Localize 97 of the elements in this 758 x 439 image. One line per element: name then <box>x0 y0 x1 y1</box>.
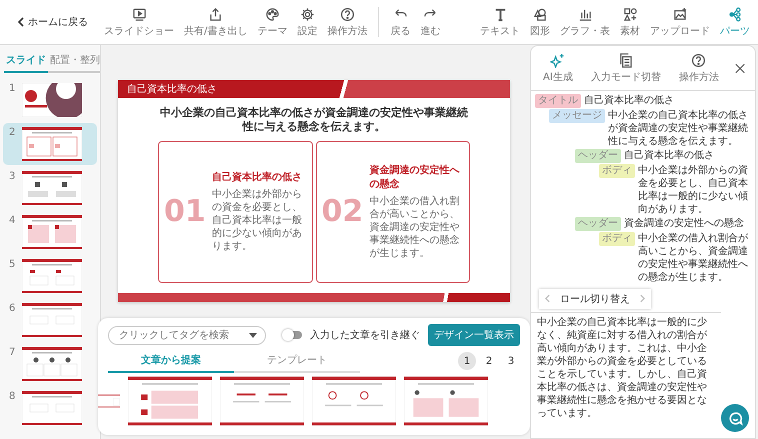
slide-thumbnail-drawing <box>22 83 82 117</box>
outline-text: 資金調達の安定性への懸念 <box>624 217 744 230</box>
toolbar-button[interactable]: 共有/書き出し <box>182 4 250 40</box>
slide-title: 自己資本比率の低さ <box>127 82 217 96</box>
slide-number: 5 <box>9 259 16 270</box>
close-icon[interactable] <box>734 63 745 74</box>
toolbar-button[interactable]: 図形 <box>528 4 552 40</box>
slide-number: 3 <box>9 171 16 182</box>
slide-thumbnail-drawing <box>22 347 82 381</box>
nodes-icon <box>728 6 742 22</box>
toolbar-button[interactable]: 操作方法 <box>325 4 370 40</box>
panel-tool-button[interactable]: AI生成 <box>541 51 575 86</box>
palette-icon <box>264 6 280 22</box>
toolbar-button[interactable]: テキスト <box>478 4 522 40</box>
slide-list-item[interactable]: 6 <box>3 299 97 341</box>
page-button[interactable]: 2 <box>480 352 498 370</box>
copy-icon <box>618 53 634 68</box>
toolbar-button[interactable]: 進む <box>418 4 442 40</box>
slide-list-item[interactable]: 5 <box>3 255 97 297</box>
slide-list-item[interactable]: 8 <box>3 387 97 429</box>
slide-number: 2 <box>9 127 16 138</box>
settings-icon <box>300 6 315 22</box>
toolbar-button[interactable]: パーツ <box>718 4 752 40</box>
slide-list-item[interactable]: 1 <box>3 79 97 121</box>
slide-thumbnail-drawing <box>22 215 82 249</box>
design-thumbnail-drawing[interactable] <box>312 376 396 426</box>
slide-message: 中小企業の自己資本比率の低さが資金調達の安定性や事業継続性に与える懸念を伝えます。 <box>159 105 469 135</box>
image-icon <box>672 6 688 22</box>
sidebar-tab[interactable]: 配置・整列 <box>48 49 100 73</box>
role-tag: ボディ <box>599 164 635 178</box>
panel-tool-button[interactable]: 操作方法 <box>676 51 721 86</box>
tag-search-field[interactable]: クリックしてタグを検索 <box>108 326 266 344</box>
card-heading: 資金調達の安定性への懸念 <box>369 163 460 192</box>
outline-text: 自己資本比率の低さ <box>624 149 714 162</box>
slide-thumbnail-drawing <box>22 259 82 293</box>
outline-text: 自己資本比率の低さ <box>584 94 674 107</box>
toolbar-button[interactable]: スライドショー <box>102 4 176 40</box>
sidebar-tab[interactable]: スライド <box>4 49 48 73</box>
role-switch-button[interactable]: ロール切り替え <box>539 288 651 308</box>
outline-text: 中小企業の借入れ割合が高いことから、資金調達の安定性や事業継続性への懸念が生じます。 <box>638 232 749 284</box>
card-number: 02 <box>322 194 364 230</box>
chat-button[interactable] <box>721 404 749 432</box>
caret-icon <box>249 332 257 338</box>
slide-list-item[interactable]: 2 <box>3 123 97 165</box>
slide-list-item[interactable]: 7 <box>3 343 97 385</box>
chevron-left-icon <box>18 17 24 27</box>
toolbar-button[interactable]: 設定 <box>295 4 320 40</box>
toolbar-button[interactable]: アップロード <box>648 4 712 40</box>
slide-number: 8 <box>9 391 16 402</box>
toolbar-button[interactable]: テーマ <box>255 4 290 40</box>
help-icon <box>691 53 706 68</box>
shapes-icon <box>532 6 548 22</box>
slide-number: 4 <box>9 215 16 226</box>
role-tag: ボディ <box>599 232 635 246</box>
upload-icon <box>208 6 224 22</box>
toolbar-button[interactable]: 素材 <box>618 4 642 40</box>
back-button[interactable]: ホームに戻る <box>18 15 88 29</box>
design-thumbnail-drawing[interactable] <box>404 376 488 426</box>
slide-list-item[interactable]: 4 <box>3 211 97 253</box>
card-body: 中小企業の借入れ割合が高いことから、資金調達の安定性や事業継続性への懸念が生じます。 <box>369 195 460 260</box>
slide-number: 6 <box>9 303 16 314</box>
suggestion-tab[interactable]: テンプレート <box>234 349 360 373</box>
help-icon <box>340 6 355 22</box>
suggestion-tab[interactable]: 文章から提案 <box>108 349 234 373</box>
role-tag: タイトル <box>535 94 581 108</box>
role-tag: ヘッダー <box>575 217 621 231</box>
page-button[interactable]: 3 <box>502 352 520 370</box>
slide-thumbnail-drawing <box>22 127 82 161</box>
chevron-left-icon <box>545 294 550 303</box>
outline-text: 中小企業の自己資本比率の低さが資金調達の安定性や事業継続性に与える懸念を伝えます。 <box>608 109 749 148</box>
panel-tool-button[interactable]: 入力モード切替 <box>588 51 663 86</box>
sparkle-icon <box>550 53 566 68</box>
slide-number: 1 <box>9 83 16 94</box>
role-tag: メッセージ <box>549 109 605 123</box>
toolbar-button[interactable]: グラフ・表 <box>558 4 612 40</box>
role-tag: ヘッダー <box>575 149 621 163</box>
toolbar-button[interactable]: 戻る <box>388 4 412 40</box>
slide-thumbnail-drawing <box>22 391 82 425</box>
slide-list-item[interactable]: 3 <box>3 167 97 209</box>
slide-thumbnail-drawing <box>22 303 82 337</box>
toggle-label: 入力した文章を引き継ぐ <box>310 328 420 342</box>
toggle-switch[interactable] <box>284 331 302 339</box>
elements-icon <box>622 6 638 22</box>
card-number: 01 <box>164 194 206 230</box>
design-list-button[interactable]: デザイン一覧表示 <box>428 324 520 346</box>
card-heading: 自己資本比率の低さ <box>212 170 303 184</box>
chat-icon <box>728 410 742 426</box>
page-button[interactable]: 1 <box>458 352 476 370</box>
chevron-right-icon <box>640 294 645 303</box>
slide-number: 7 <box>9 347 16 358</box>
design-thumbnail-drawing[interactable] <box>220 376 304 426</box>
design-thumbnail-drawing[interactable] <box>128 376 212 426</box>
outline-text: 中小企業は外部からの資金を必要とし、自己資本比率は一般的に少ない傾向があります。 <box>638 164 749 216</box>
slide-thumbnail-drawing <box>22 171 82 205</box>
card-body: 中小企業は外部からの資金を必要とし、自己資本比率は一般的に少ない傾向があります。 <box>212 188 303 254</box>
monitor-icon <box>132 6 146 22</box>
text-input-area[interactable]: 中小企業の自己資本比率は一般的に少なく、純資産に対する借入れの割合が高い傾向があります。これは、中小企業が外部からの資金を必要としていることを示しています。しかし、自己資本比率の低さは、資金調達の安定性や事業継続性に懸念を抱かせる要因となっています。 <box>531 312 721 422</box>
